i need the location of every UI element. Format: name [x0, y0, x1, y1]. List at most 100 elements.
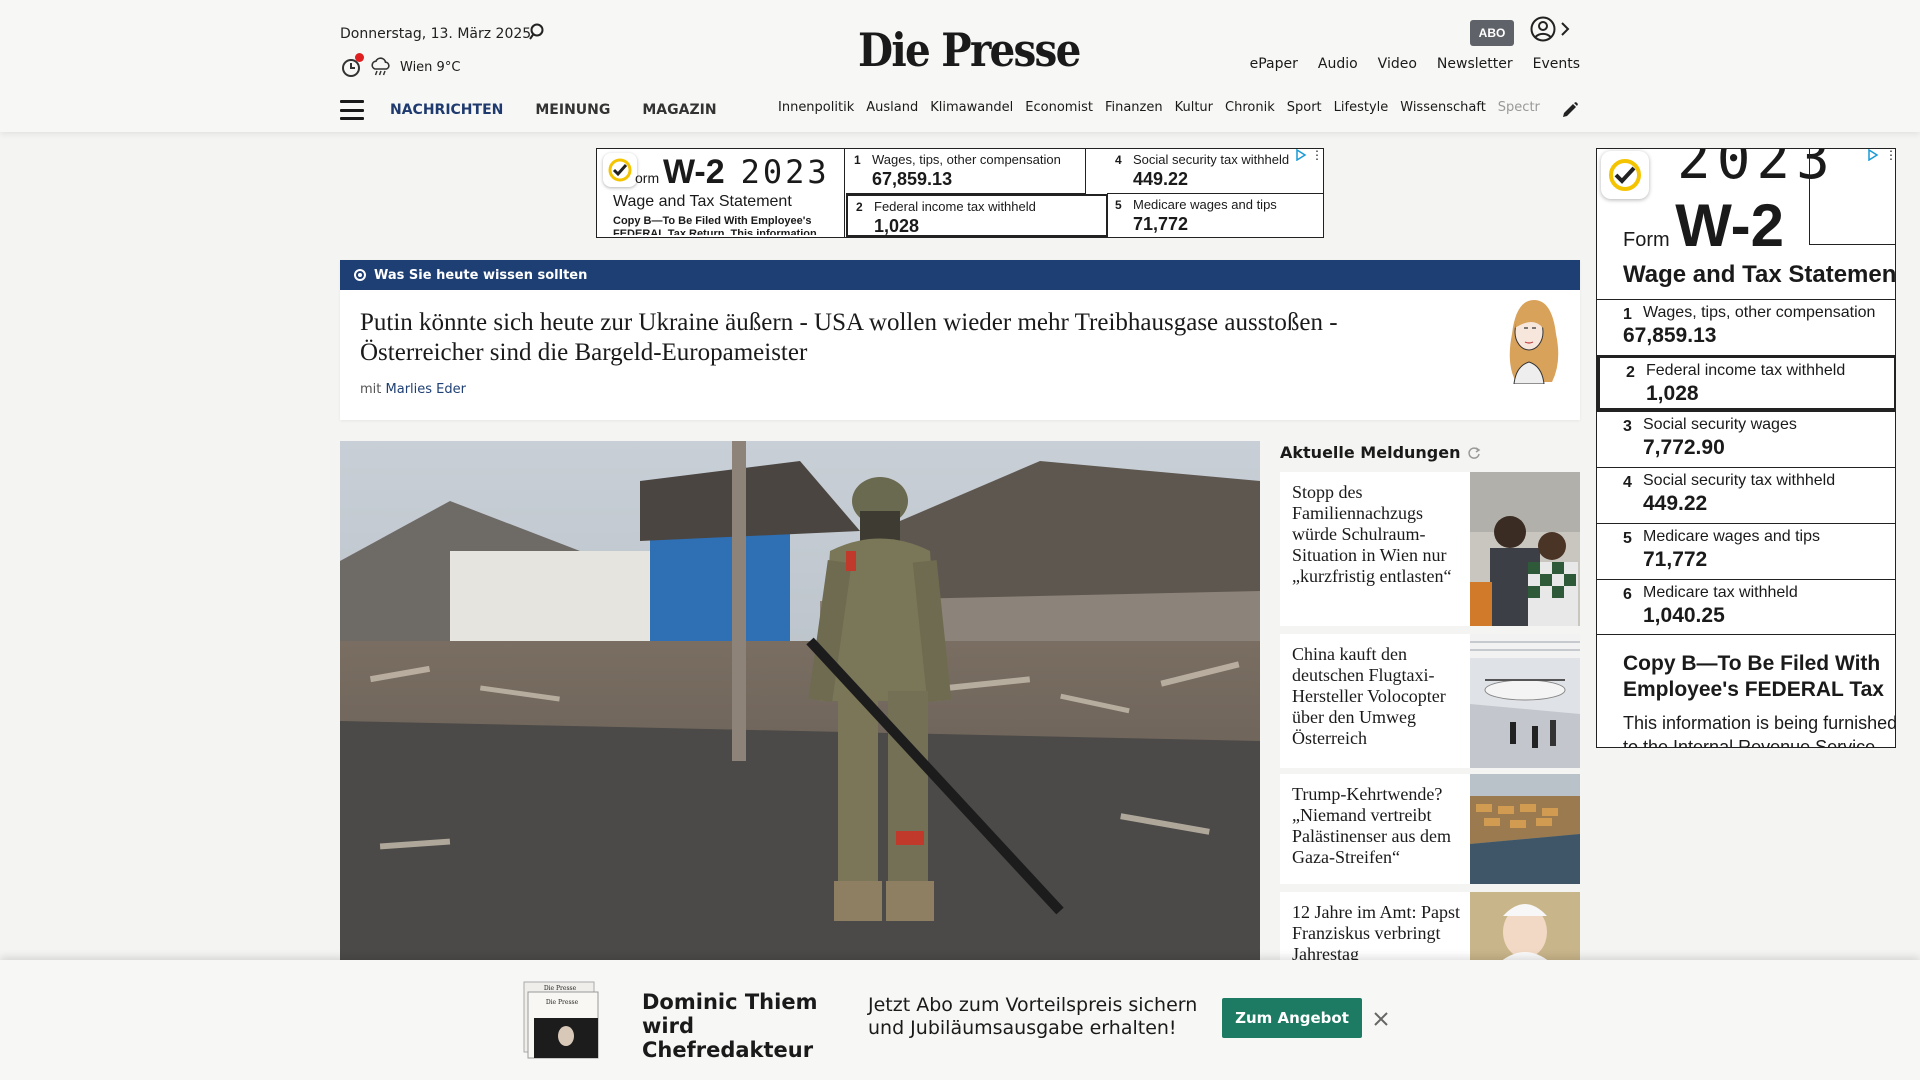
side-ad-row: 3 Social security wages 7,772.90 — [1597, 411, 1895, 467]
nav-nachrichten[interactable]: NACHRICHTEN — [390, 102, 503, 118]
ad-cell-number: 2 — [856, 200, 863, 214]
side-row-number: 5 — [1623, 530, 1632, 547]
nav-ausland[interactable]: Ausland — [866, 100, 918, 115]
side-ad-form-title: Form W-2 — [1623, 191, 1784, 260]
latest-news-title: Aktuelle Meldungen — [1280, 443, 1461, 462]
ad-more-icon[interactable]: ⋮ — [1311, 149, 1323, 163]
notification-icon[interactable] — [340, 53, 364, 78]
news-item-thumbnail — [1470, 892, 1580, 962]
nav-sport[interactable]: Sport — [1287, 100, 1322, 115]
hero-image[interactable] — [340, 441, 1260, 961]
nav-wissenschaft[interactable]: Wissenschaft — [1400, 100, 1486, 115]
side-ad-copy-text: This information is being furnished to t… — [1623, 711, 1896, 747]
briefing-bar-label: Was Sie heute wissen sollten — [374, 267, 588, 283]
ad-cell-value: 71,772 — [1133, 214, 1189, 234]
link-newsletter[interactable]: Newsletter — [1437, 56, 1513, 72]
side-row-label: Social security wages — [1643, 416, 1797, 433]
link-audio[interactable]: Audio — [1318, 56, 1358, 72]
subscription-promo-banner: Die Presse Die Presse Dominic Thiem wird… — [0, 960, 1920, 1080]
nav-spectrum[interactable]: Spectr — [1498, 100, 1540, 115]
side-row-number: 4 — [1623, 474, 1632, 491]
nav-economist[interactable]: Economist — [1025, 100, 1093, 115]
news-item[interactable]: Trump-Kehrtwende? „Niemand vertreibt Pal… — [1280, 774, 1580, 884]
refresh-icon[interactable] — [1467, 446, 1481, 460]
side-row-label: Medicare tax withheld — [1643, 584, 1798, 601]
nav-chronik[interactable]: Chronik — [1225, 100, 1275, 115]
news-item[interactable]: China kauft den deutschen Flugtaxi-Herst… — [1280, 634, 1580, 768]
w2-ad-skyscraper[interactable]: 2023 Form W-2 Wage and Tax Statemen 1 Wa… — [1596, 148, 1896, 748]
abo-button[interactable]: ABO — [1470, 20, 1514, 46]
search-icon[interactable] — [528, 22, 548, 42]
ad-cell-label: Medicare wages and tips — [1133, 197, 1277, 212]
nav-finanzen[interactable]: Finanzen — [1105, 100, 1163, 115]
ad-form-name: W-2 — [663, 153, 725, 191]
side-ad-box — [1809, 149, 1895, 245]
checkmark-icon — [603, 153, 637, 187]
briefing-author: mit Marlies Eder — [360, 382, 466, 397]
side-copy-line: Employee's FEDERAL Tax — [1623, 678, 1884, 701]
news-item[interactable]: Stopp des Familiennachzugs würde Schulra… — [1280, 472, 1580, 626]
ad-cell-label: Social security tax withheld — [1133, 152, 1290, 167]
news-item-title: Stopp des Familiennachzugs würde Schulra… — [1292, 482, 1452, 586]
top-links: ePaper Audio Video Newsletter Events — [1250, 56, 1580, 72]
chevron-right-icon[interactable] — [1560, 21, 1570, 37]
current-date: Donnerstag, 13. März 2025 — [340, 26, 532, 42]
side-ad-row: 6 Medicare tax withheld 1,040.25 — [1597, 579, 1895, 635]
nav-meinung[interactable]: MEINUNG — [535, 102, 610, 118]
ad-cell-value: 1,028 — [874, 216, 920, 236]
side-ad-row: 5 Medicare wages and tips 71,772 — [1597, 523, 1895, 579]
ad-more-icon[interactable]: ⋮ — [1885, 149, 1895, 163]
news-item-title: Trump-Kehrtwende? „Niemand vertreibt Pal… — [1292, 784, 1451, 867]
adchoices-icon[interactable] — [1867, 149, 1879, 161]
side-ad-row: 4 Social security tax withheld 449.22 — [1597, 467, 1895, 523]
ad-form-title: orm W-2 2023 — [635, 153, 830, 192]
side-row-label: Medicare wages and tips — [1643, 528, 1820, 545]
hamburger-menu-icon[interactable] — [340, 100, 364, 120]
side-row-number: 2 — [1626, 364, 1635, 381]
promo-paper-masthead: Die Presse — [546, 999, 579, 1006]
nav-klimawandel[interactable]: Klimawandel — [930, 100, 1013, 115]
side-row-label: Federal income tax withheld — [1646, 362, 1846, 379]
close-icon[interactable] — [1372, 1010, 1390, 1028]
link-epaper[interactable]: ePaper — [1250, 56, 1298, 72]
author-prefix: mit — [360, 382, 382, 397]
briefing-bar: Was Sie heute wissen sollten — [340, 260, 1580, 290]
promo-cta-button[interactable]: Zum Angebot — [1222, 998, 1362, 1038]
secondary-nav: Innenpolitik Ausland Klimawandel Economi… — [778, 100, 1540, 115]
side-copy-line: This information is being furnished — [1623, 713, 1896, 733]
nav-innenpolitik[interactable]: Innenpolitik — [778, 100, 854, 115]
nav-magazin[interactable]: MAGAZIN — [642, 102, 716, 118]
adchoices-icon[interactable] — [1295, 149, 1307, 161]
side-row-number: 6 — [1623, 586, 1632, 603]
briefing-title[interactable]: Putin könnte sich heute zur Ukraine äuße… — [360, 308, 1400, 368]
promo-headline: Dominic Thiem wird Chefredakteur — [642, 990, 818, 1062]
side-ad-form-prefix: Form — [1623, 229, 1670, 251]
news-item[interactable]: 12 Jahre im Amt: Papst Franziskus verbri… — [1280, 892, 1580, 962]
side-row-label: Wages, tips, other compensation — [1643, 304, 1876, 321]
author-link[interactable]: Marlies Eder — [386, 382, 466, 397]
side-row-label: Social security tax withheld — [1643, 472, 1836, 489]
link-video[interactable]: Video — [1378, 56, 1417, 72]
ad-form-block: orm W-2 2023 Wage and Tax Statement Copy… — [597, 149, 845, 237]
ad-year: 2023 — [740, 153, 830, 191]
link-events[interactable]: Events — [1533, 56, 1580, 72]
site-logo[interactable]: Die Presse — [858, 22, 1081, 78]
nav-lifestyle[interactable]: Lifestyle — [1334, 100, 1389, 115]
ad-cell-value: 449.22 — [1133, 169, 1189, 189]
ad-copy-text: Copy B—To Be Filed With Employee's FEDER… — [613, 215, 817, 235]
account-menu[interactable] — [1530, 16, 1570, 42]
site-header: Donnerstag, 13. März 2025 Wien 9°C Die P… — [0, 0, 1920, 132]
weather-widget: Wien 9°C — [340, 53, 460, 78]
nav-kultur[interactable]: Kultur — [1175, 100, 1213, 115]
ad-form-prefix: orm — [635, 170, 660, 186]
pencil-icon[interactable] — [1560, 100, 1580, 120]
side-ad-form-name: W-2 — [1675, 192, 1785, 259]
w2-ad-banner[interactable]: orm W-2 2023 Wage and Tax Statement Copy… — [596, 148, 1324, 238]
notification-dot — [355, 53, 364, 62]
side-row-value: 71,772 — [1643, 548, 1708, 571]
ad-cell-label: Wages, tips, other compensation — [872, 152, 1061, 167]
ad-cell: 2 Federal income tax withheld 1,028 — [846, 194, 1108, 237]
news-item-title: 12 Jahre im Amt: Papst Franziskus verbri… — [1292, 902, 1460, 962]
user-icon[interactable] — [1530, 16, 1556, 42]
ad-cell-number: 1 — [854, 153, 861, 167]
